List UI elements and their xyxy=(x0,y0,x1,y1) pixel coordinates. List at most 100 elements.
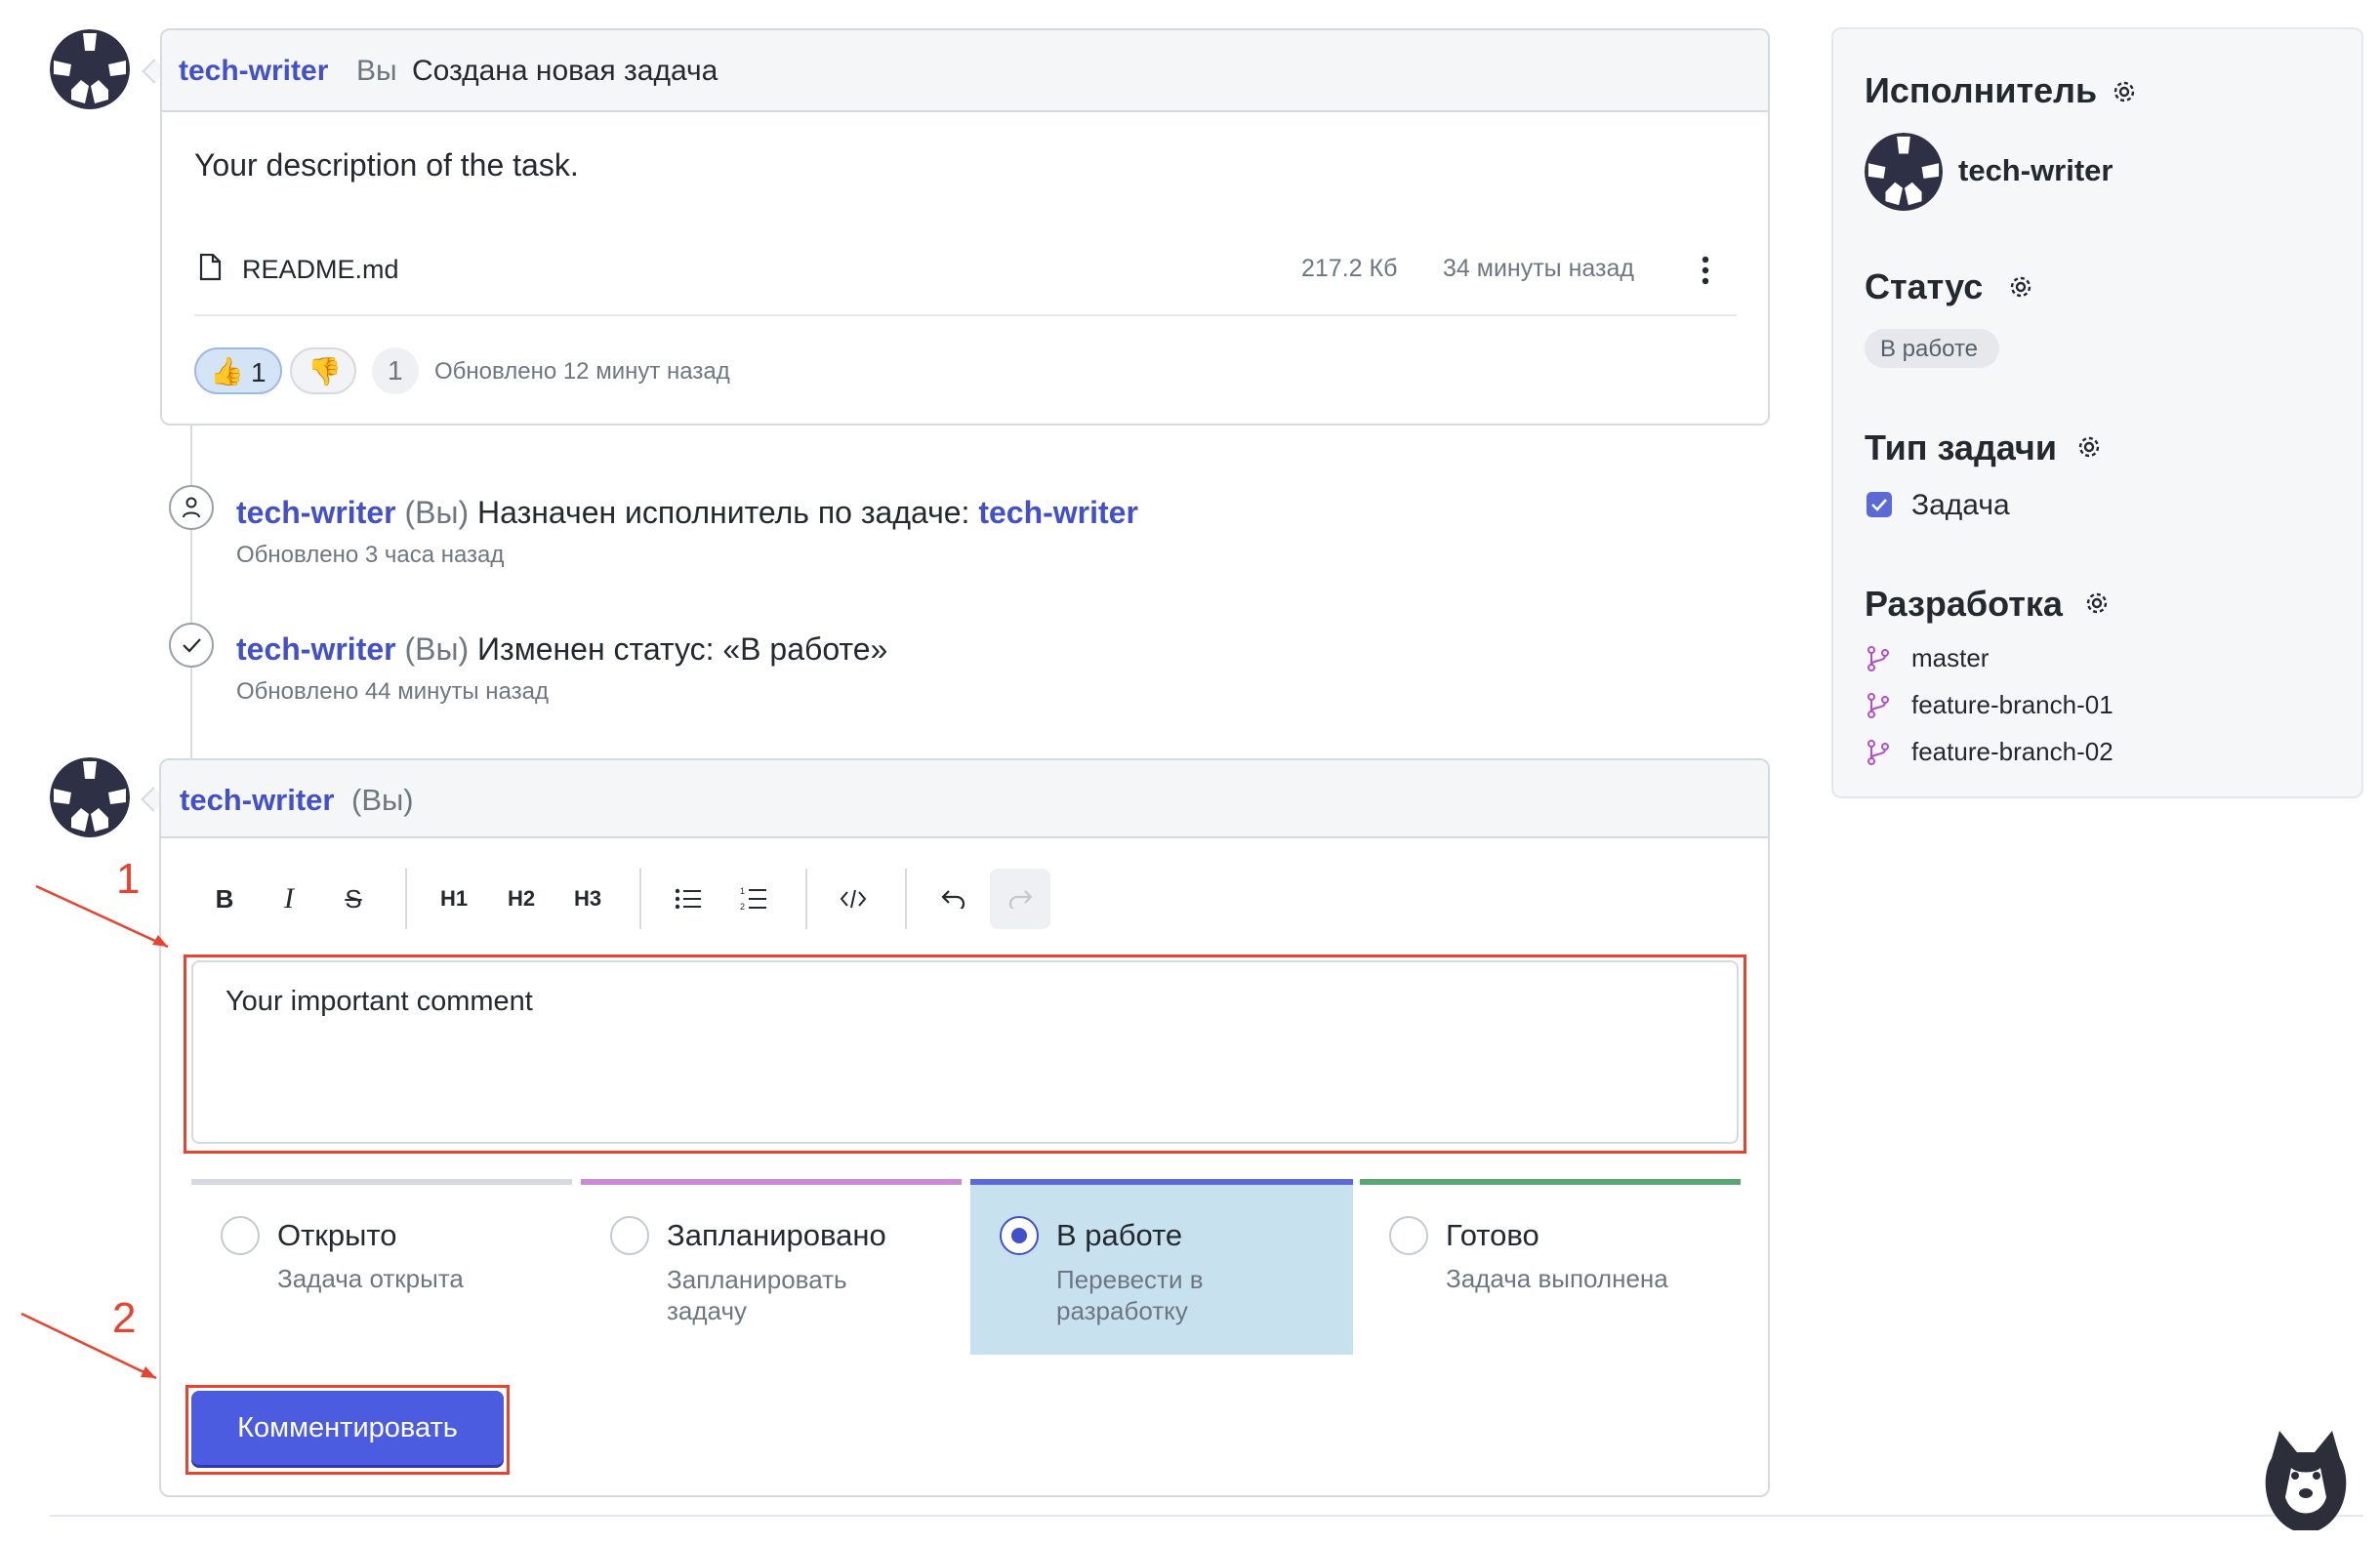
gear-icon[interactable] xyxy=(2075,433,2103,461)
timeline-event-assignee: tech-writer (Вы) Назначен исполнитель по… xyxy=(236,495,1138,531)
event-target-link[interactable]: tech-writer xyxy=(978,495,1138,530)
page-footer-divider xyxy=(50,1515,2363,1517)
status-option-done[interactable]: Готово Задача выполнена xyxy=(1360,1179,1741,1355)
event-text: Изменен статус: «В работе» xyxy=(477,631,888,667)
assignee-title-text: Исполнитель xyxy=(1865,70,2098,110)
mascot-dog-icon[interactable] xyxy=(2258,1429,2354,1534)
strikethrough-button[interactable]: S xyxy=(323,869,384,929)
status-radio[interactable] xyxy=(1389,1216,1428,1255)
status-hint: Задача выполнена xyxy=(1446,1264,1668,1293)
redo-icon xyxy=(1008,890,1033,909)
branch-item[interactable]: feature-branch-01 xyxy=(1867,690,2159,721)
heading2-icon: H2 xyxy=(507,886,536,911)
code-button[interactable] xyxy=(823,869,883,929)
branch-icon xyxy=(1867,693,1889,718)
attachment-time: 34 минуты назад xyxy=(1443,255,1634,282)
reaction-thumbs-down[interactable]: 👎 xyxy=(290,347,356,394)
task-post-card: tech-writer Вы Создана новая задача Your… xyxy=(160,28,1770,426)
toolbar-separator xyxy=(639,869,641,929)
thumbs-down-icon: 👎 xyxy=(308,356,342,386)
status-badge-text: В работе xyxy=(1880,336,1979,362)
post-author-link[interactable]: tech-writer xyxy=(179,55,328,88)
annotation-box-button xyxy=(185,1385,510,1475)
attachment-size: 217.2 Кб xyxy=(1301,255,1398,282)
status-option-open[interactable]: Открыто Задача открыта xyxy=(191,1179,572,1355)
event-text: Назначен исполнитель по задаче: xyxy=(477,495,970,530)
gear-icon[interactable] xyxy=(2007,273,2034,301)
numbered-list-button[interactable]: 12 xyxy=(723,869,784,929)
branch-icon xyxy=(1867,646,1889,671)
status-title: Статус xyxy=(1865,266,1984,306)
status-radio[interactable] xyxy=(221,1216,260,1255)
status-option-planned[interactable]: Запланировано Запланировать задачу xyxy=(581,1179,962,1355)
branch-name: feature-branch-02 xyxy=(1911,737,2113,766)
attachment-name[interactable]: README.md xyxy=(242,255,399,285)
branch-name: feature-branch-01 xyxy=(1911,690,2113,719)
more-options-icon[interactable] xyxy=(1700,255,1711,286)
gear-icon[interactable] xyxy=(2111,78,2138,105)
heading3-icon: H3 xyxy=(573,886,602,911)
task-type-value: Задача xyxy=(1911,489,2010,521)
code-icon xyxy=(840,889,867,909)
gear-icon[interactable] xyxy=(2083,589,2111,617)
task-checkbox-icon xyxy=(1867,492,1892,517)
divider xyxy=(194,314,1737,316)
reaction-count: 1 xyxy=(251,357,267,387)
event-you: (Вы) xyxy=(404,631,470,667)
status-color-bar xyxy=(1360,1179,1741,1185)
thumbs-up-icon: 👍 xyxy=(210,356,244,386)
svg-text:1: 1 xyxy=(740,886,745,896)
type-title: Тип задачи xyxy=(1865,427,2057,467)
undo-icon xyxy=(941,890,965,909)
bullet-list-icon xyxy=(675,888,701,910)
event-you: (Вы) xyxy=(404,495,470,530)
status-radio-selected[interactable] xyxy=(1000,1216,1039,1255)
post-updated: Обновлено 12 минут назад xyxy=(434,358,730,385)
status-radio[interactable] xyxy=(610,1216,649,1255)
task-description: Your description of the task. xyxy=(194,147,579,183)
italic-button[interactable]: I xyxy=(259,869,319,929)
heading1-button[interactable]: H1 xyxy=(424,869,484,929)
branch-name: master xyxy=(1911,643,1990,672)
status-option-in-progress[interactable]: В работе Перевести в разработку xyxy=(970,1179,1353,1355)
event-author-link[interactable]: tech-writer xyxy=(236,631,396,667)
annotation-arrows xyxy=(21,884,169,1380)
undo-button[interactable] xyxy=(923,869,984,929)
status-badge: В работе xyxy=(1865,329,1999,368)
branch-item[interactable]: master xyxy=(1867,643,2159,674)
redo-button[interactable] xyxy=(990,869,1050,929)
editor-author-you: (Вы) xyxy=(351,783,414,817)
heading2-button[interactable]: H2 xyxy=(491,869,552,929)
editor-header: tech-writer (Вы) xyxy=(161,760,1768,838)
status-hint: Задача открыта xyxy=(277,1264,464,1293)
toolbar-separator xyxy=(405,869,407,929)
post-header: tech-writer Вы Создана новая задача xyxy=(162,30,1768,112)
heading1-icon: H1 xyxy=(439,886,469,911)
development-title: Разработка xyxy=(1865,584,2063,624)
status-label: Готово xyxy=(1446,1218,1539,1252)
assignee-title: Исполнитель xyxy=(1865,70,2097,111)
bold-button[interactable]: B xyxy=(194,869,255,929)
assignee-name[interactable]: tech-writer xyxy=(1958,153,2113,188)
event-updated: Обновлено 44 минуты назад xyxy=(236,678,549,705)
assignee-avatar xyxy=(1865,133,1943,211)
reaction-count-badge-value: 1 xyxy=(388,355,403,386)
status-color-bar xyxy=(970,1179,1353,1185)
bullet-list-button[interactable] xyxy=(658,869,718,929)
status-color-bar xyxy=(581,1179,962,1185)
numbered-list-icon: 12 xyxy=(740,886,766,912)
branch-icon xyxy=(1867,740,1889,765)
annotation-box-textarea xyxy=(184,955,1746,1154)
italic-icon: I xyxy=(284,882,294,914)
svg-text:2: 2 xyxy=(740,902,745,912)
branch-item[interactable]: feature-branch-02 xyxy=(1867,737,2159,768)
editor-author-link[interactable]: tech-writer xyxy=(180,783,334,818)
status-color-bar xyxy=(191,1179,572,1185)
reaction-thumbs-up[interactable]: 👍 1 xyxy=(194,347,282,394)
post-author-suffix: Вы xyxy=(356,55,397,87)
heading3-button[interactable]: H3 xyxy=(557,869,618,929)
status-hint: Перевести в разработку xyxy=(1056,1265,1204,1325)
status-label: В работе xyxy=(1056,1218,1183,1252)
event-author-link[interactable]: tech-writer xyxy=(236,495,396,530)
status-hint: Запланировать задачу xyxy=(667,1265,847,1325)
